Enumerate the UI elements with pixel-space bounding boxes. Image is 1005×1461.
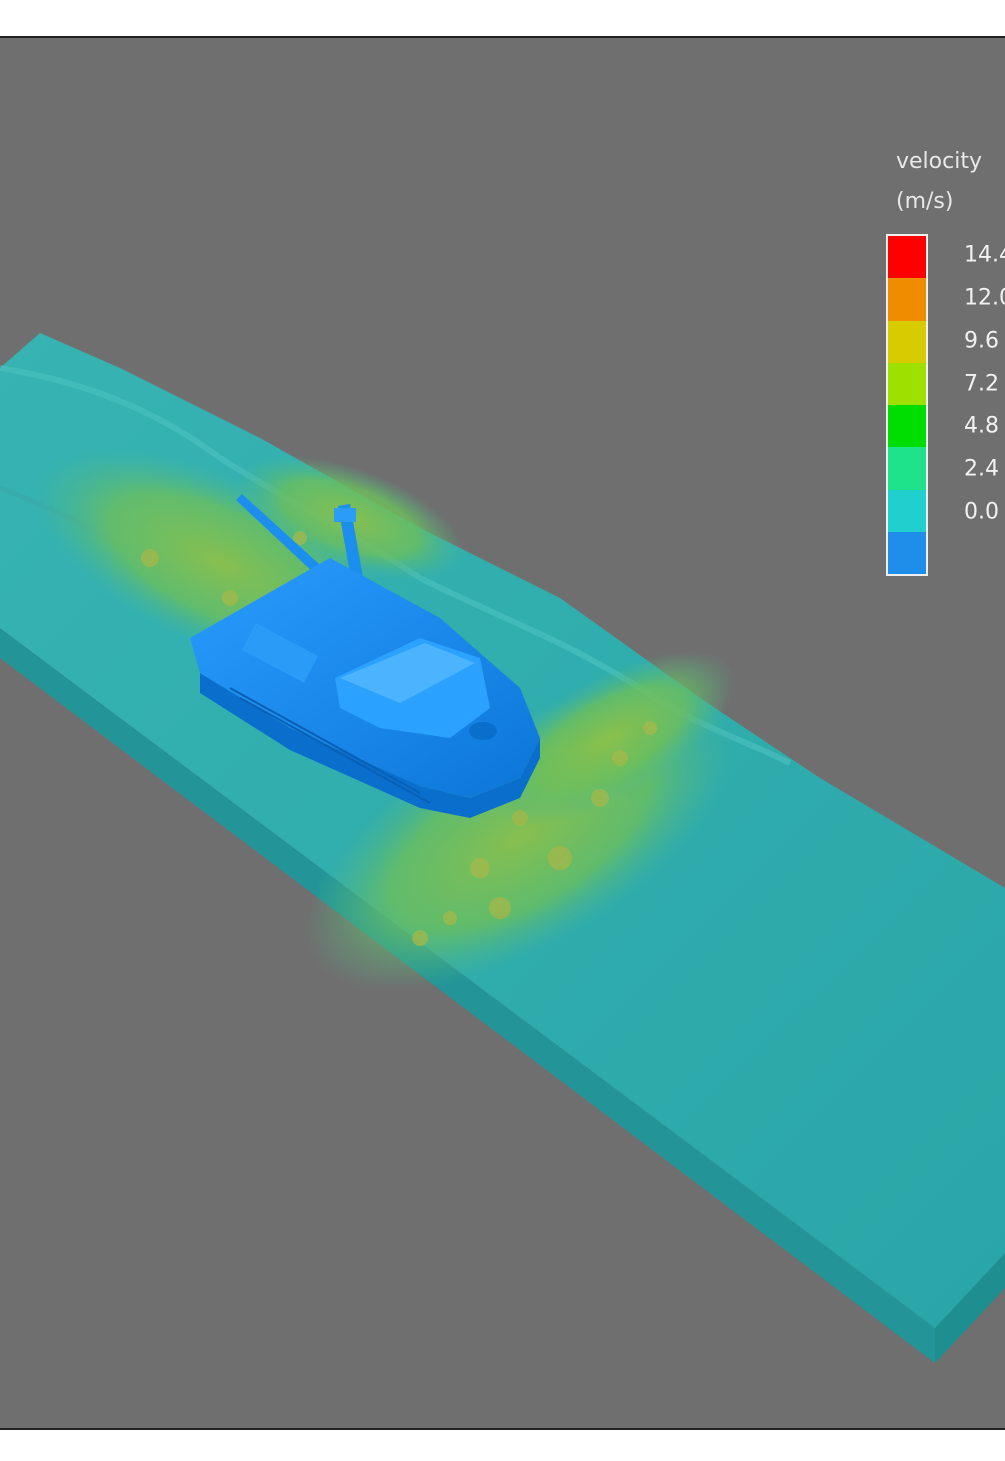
simulation-viewport: velocity (m/s) 14.4 12.0 9.6 7.2 4.8 2.4 0.0 xyxy=(0,36,1005,1430)
legend-swatch xyxy=(888,489,926,532)
legend-title-line1: velocity xyxy=(896,149,982,174)
legend-swatch xyxy=(888,320,926,363)
legend-swatch xyxy=(888,236,926,279)
legend-title: velocity (m/s) xyxy=(896,142,982,222)
legend-tick-label: 2.4 xyxy=(964,456,999,482)
legend-tick-label: 4.8 xyxy=(964,413,999,439)
boat-window xyxy=(469,722,497,740)
legend-tick-label: 0.0 xyxy=(964,499,999,525)
legend-tick-label: 9.6 xyxy=(964,328,999,354)
legend-swatch xyxy=(888,362,926,405)
legend-swatch xyxy=(888,531,926,574)
image-frame: velocity (m/s) 14.4 12.0 9.6 7.2 4.8 2.4 0.0 xyxy=(0,0,1005,1461)
legend-tick-label: 12.0 xyxy=(964,285,1005,311)
legend-tick-label: 7.2 xyxy=(964,371,999,397)
legend-swatch xyxy=(888,447,926,490)
legend-tick-label: 14.4 xyxy=(964,242,1005,268)
legend-swatch xyxy=(888,405,926,448)
legend-title-line2: (m/s) xyxy=(896,189,954,214)
simulation-scene xyxy=(0,333,1005,1363)
boat-mast-top xyxy=(334,508,356,522)
legend-swatch xyxy=(888,278,926,321)
velocity-legend: velocity (m/s) 14.4 12.0 9.6 7.2 4.8 2.4 0.0 xyxy=(886,142,1005,582)
legend-color-bar xyxy=(886,234,928,576)
